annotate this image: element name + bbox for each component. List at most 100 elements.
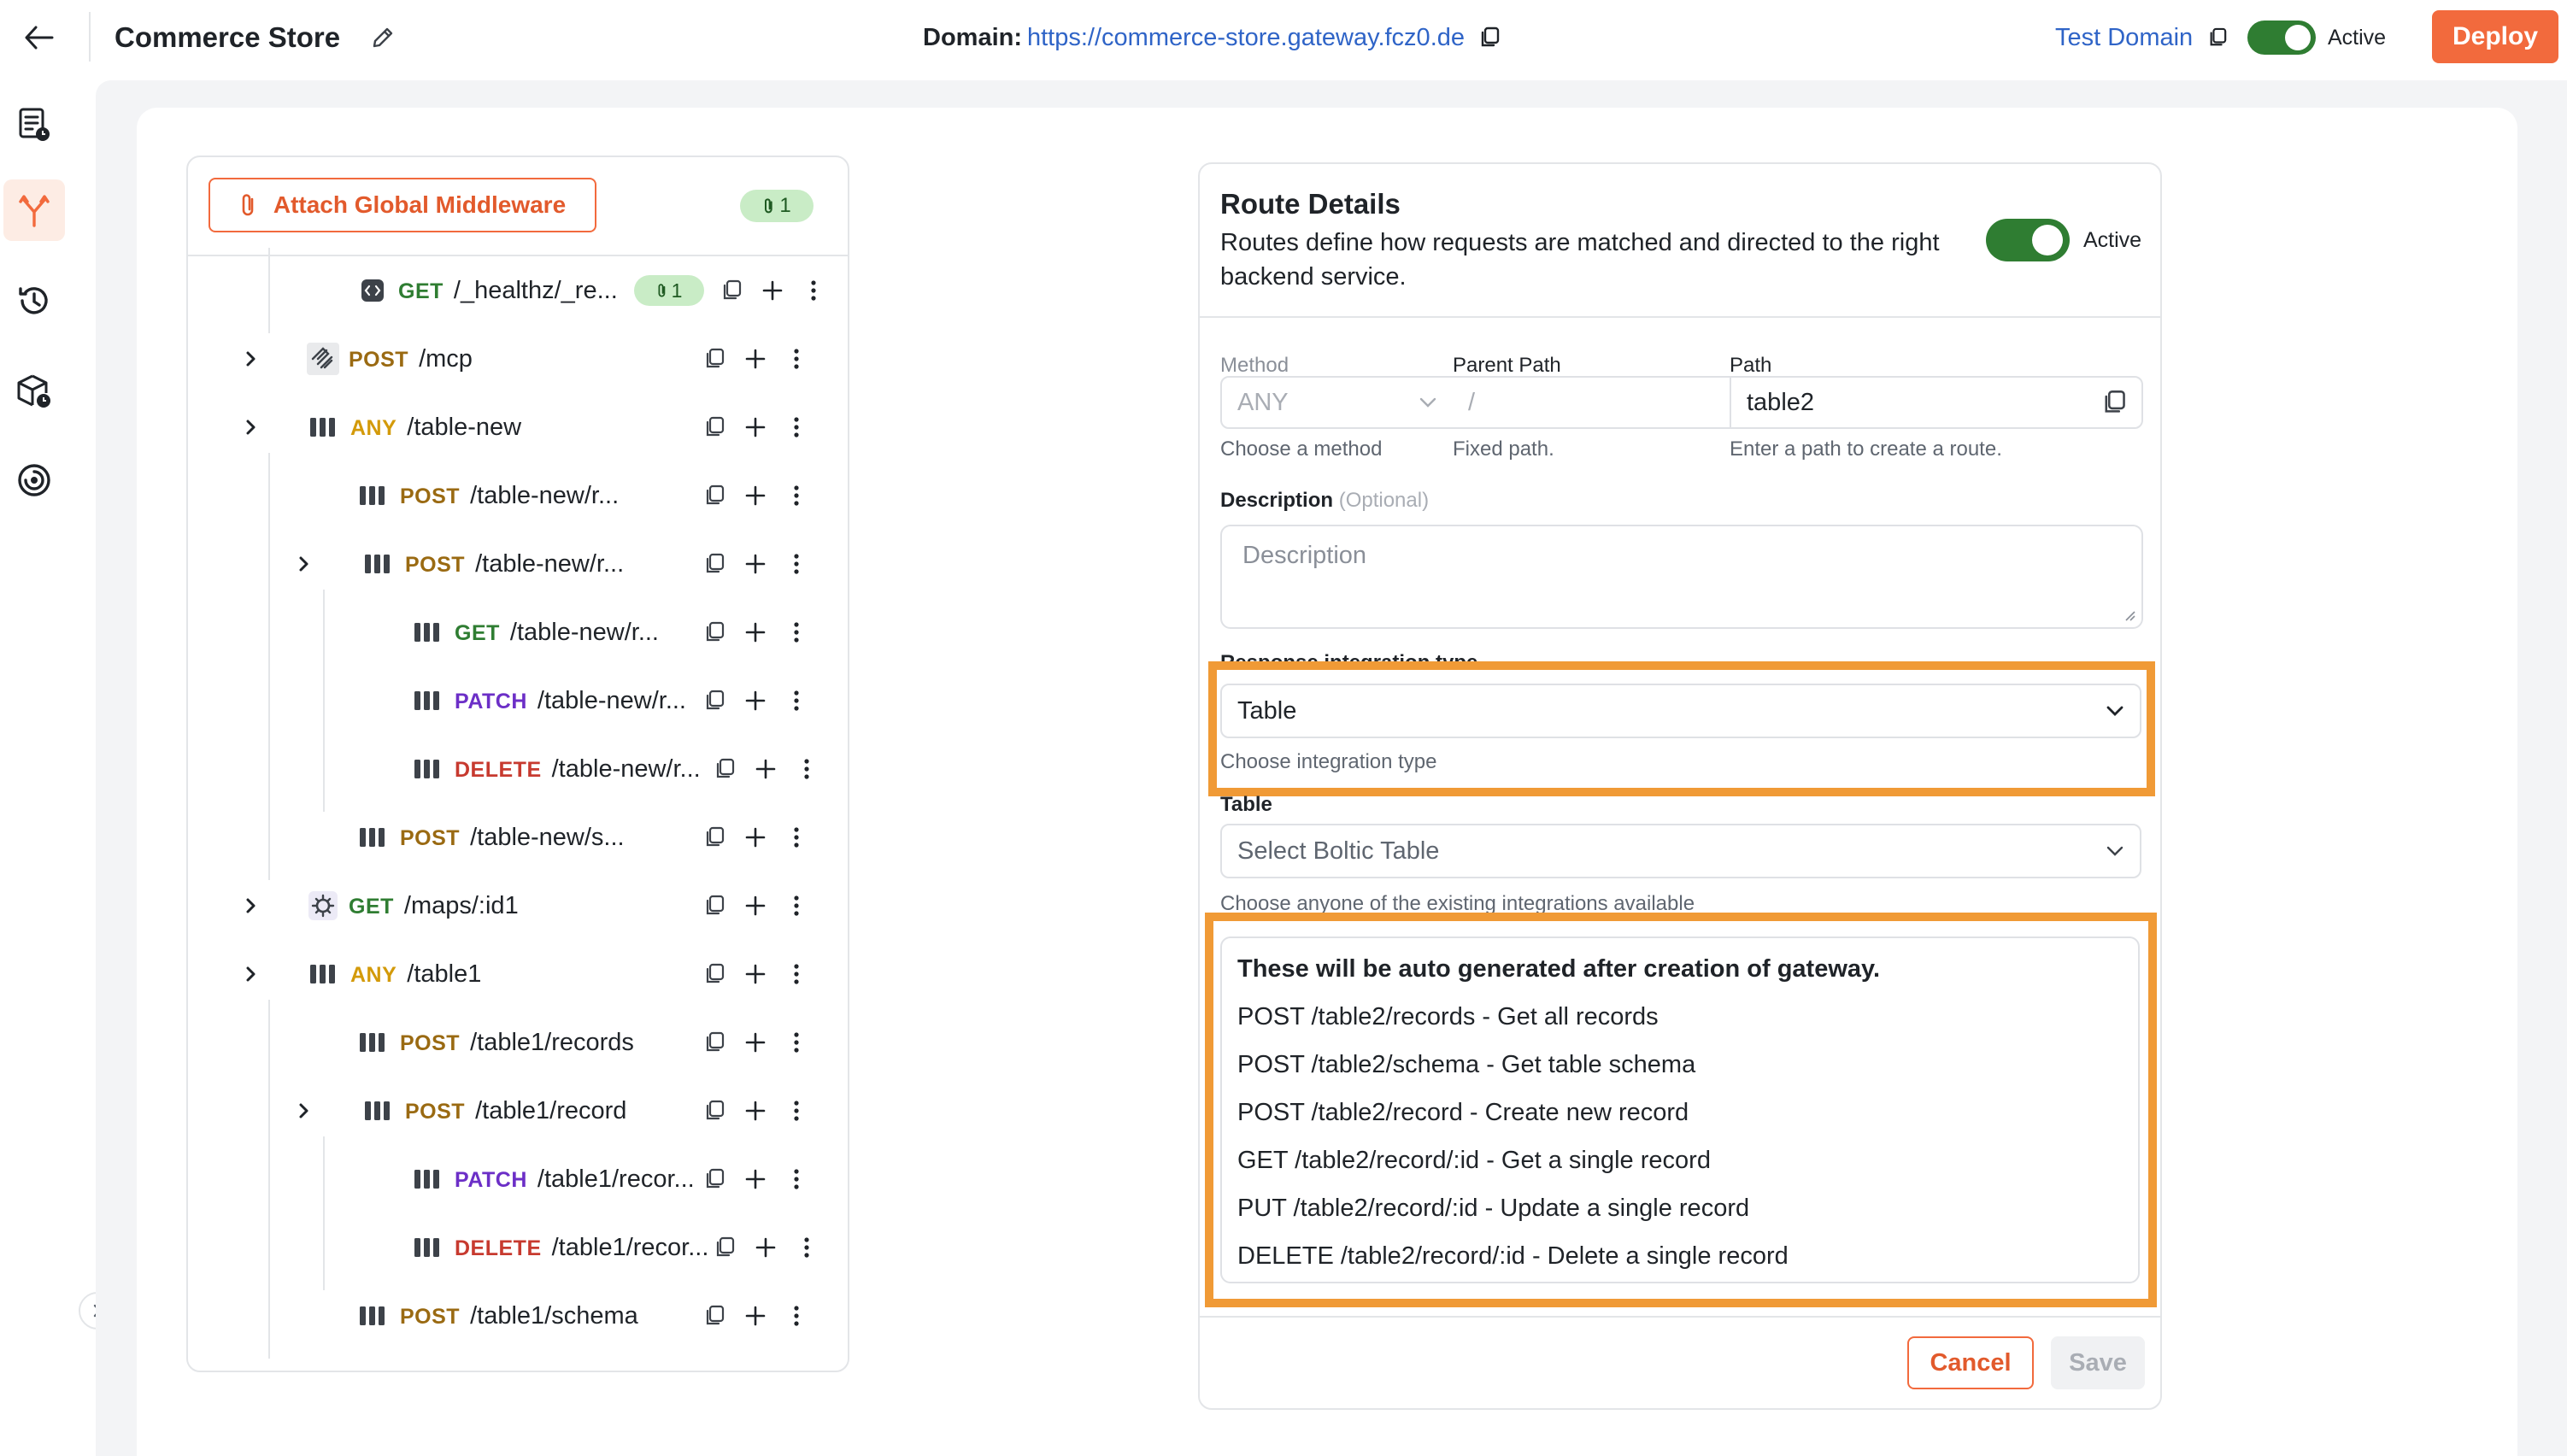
copy-route-icon[interactable] [697, 889, 731, 923]
path-input[interactable]: table2 [1730, 376, 2143, 429]
route-label[interactable]: PATCH/table1/recor... [455, 1162, 695, 1197]
rail-analytics-icon[interactable] [3, 449, 65, 511]
chevron-right-icon[interactable] [236, 959, 267, 989]
add-child-route-icon[interactable] [738, 1299, 772, 1333]
more-options-icon[interactable] [796, 273, 831, 308]
table-select[interactable]: Select Boltic Table [1220, 824, 2141, 878]
description-textarea[interactable]: Description [1220, 525, 2143, 629]
resize-grip-icon[interactable] [2123, 608, 2136, 622]
chevron-right-icon[interactable] [236, 343, 267, 374]
route-tree-row[interactable]: POST/mcp [188, 325, 848, 393]
route-label[interactable]: POST/table1/records [400, 1025, 634, 1060]
route-tree-row[interactable]: POST/table1/record [188, 1068, 848, 1154]
copy-route-icon[interactable] [697, 1162, 731, 1196]
edit-pencil-icon[interactable] [366, 21, 400, 55]
save-button[interactable]: Save [2051, 1336, 2145, 1389]
test-domain-link[interactable]: Test Domain [2055, 19, 2232, 56]
route-label[interactable]: POST/mcp [349, 342, 473, 377]
more-options-icon[interactable] [779, 1094, 814, 1128]
chevron-right-icon[interactable] [289, 1095, 320, 1126]
add-child-route-icon[interactable] [738, 684, 772, 718]
copy-route-icon[interactable] [697, 684, 731, 718]
route-active-toggle[interactable] [1986, 219, 2070, 261]
more-options-icon[interactable] [779, 615, 814, 649]
rail-packages-icon[interactable] [3, 361, 65, 422]
route-label[interactable]: PATCH/table-new/r... [455, 684, 686, 719]
copy-route-icon[interactable] [697, 1299, 731, 1333]
route-tree-row[interactable]: POST/table-new/r... [188, 453, 848, 538]
route-label[interactable]: GET/maps/:id1 [349, 889, 519, 924]
copy-route-icon[interactable] [697, 547, 731, 581]
gateway-active-toggle[interactable] [2247, 21, 2316, 55]
route-tree-row[interactable]: GET/maps/:id1 [188, 872, 848, 940]
route-label[interactable]: ANY/table-new [350, 410, 521, 445]
more-options-icon[interactable] [779, 547, 814, 581]
add-child-route-icon[interactable] [738, 342, 772, 376]
chevron-right-icon[interactable] [236, 890, 267, 921]
add-child-route-icon[interactable] [738, 1162, 772, 1196]
attach-global-middleware-button[interactable]: Attach Global Middleware [209, 178, 596, 232]
route-tree-row[interactable]: POST/table-new/r... [188, 521, 848, 607]
add-child-route-icon[interactable] [749, 1230, 783, 1265]
rail-routes-branch-icon[interactable] [3, 179, 65, 241]
route-label[interactable]: POST/table-new/r... [400, 478, 619, 514]
add-child-route-icon[interactable] [738, 478, 772, 513]
add-child-route-icon[interactable] [738, 1094, 772, 1128]
add-child-route-icon[interactable] [738, 410, 772, 444]
route-tree-row[interactable]: POST/table-new/s... [188, 795, 848, 880]
route-tree-row[interactable]: DELETE/table1/recor... [188, 1205, 848, 1290]
route-label[interactable]: POST/table1/schema [400, 1299, 638, 1334]
route-tree-row[interactable]: ANY/table1 [188, 940, 848, 1008]
more-options-icon[interactable] [779, 342, 814, 376]
route-label[interactable]: POST/table-new/r... [405, 547, 624, 582]
more-options-icon[interactable] [779, 684, 814, 718]
more-options-icon[interactable] [779, 1025, 814, 1060]
copy-route-icon[interactable] [697, 957, 731, 991]
more-options-icon[interactable] [779, 820, 814, 854]
add-child-route-icon[interactable] [738, 1025, 772, 1060]
copy-route-icon[interactable] [714, 273, 749, 308]
more-options-icon[interactable] [779, 410, 814, 444]
more-options-icon[interactable] [790, 1230, 824, 1265]
add-child-route-icon[interactable] [738, 820, 772, 854]
chevron-right-icon[interactable] [236, 412, 267, 443]
route-tree-row[interactable]: GET /_healthz/_re... 1 [188, 248, 848, 333]
more-options-icon[interactable] [779, 1162, 814, 1196]
route-tree-row[interactable]: ANY/table-new [188, 393, 848, 461]
route-tree-row[interactable]: GET/table-new/r... [188, 590, 848, 675]
route-label[interactable]: GET /_healthz/_re... [398, 273, 618, 308]
add-child-route-icon[interactable] [738, 547, 772, 581]
route-tree-row[interactable]: POST/table1/schema [188, 1273, 848, 1359]
copy-route-icon[interactable] [697, 1025, 731, 1060]
more-options-icon[interactable] [779, 957, 814, 991]
copy-route-icon[interactable] [708, 1230, 742, 1265]
copy-test-domain-icon[interactable] [2203, 23, 2232, 52]
more-options-icon[interactable] [790, 752, 824, 786]
copy-route-icon[interactable] [697, 615, 731, 649]
copy-route-icon[interactable] [697, 820, 731, 854]
copy-route-icon[interactable] [697, 478, 731, 513]
deploy-button[interactable]: Deploy [2432, 10, 2558, 63]
route-label[interactable]: POST/table1/record [405, 1094, 626, 1129]
back-arrow-icon[interactable] [19, 17, 60, 58]
route-middleware-badge[interactable]: 1 [634, 275, 704, 306]
add-child-route-icon[interactable] [755, 273, 790, 308]
copy-path-icon[interactable] [2102, 390, 2126, 415]
route-label[interactable]: DELETE/table1/recor... [455, 1230, 708, 1265]
cancel-button[interactable]: Cancel [1907, 1336, 2034, 1389]
copy-route-icon[interactable] [697, 342, 731, 376]
route-label[interactable]: DELETE/table-new/r... [455, 752, 701, 787]
domain-url-link[interactable]: https://commerce-store.gateway.fcz0.de [1027, 19, 1465, 56]
copy-domain-icon[interactable] [1475, 23, 1504, 52]
route-tree-row[interactable]: POST/table1/records [188, 1000, 848, 1085]
copy-route-icon[interactable] [697, 1094, 731, 1128]
rail-history-icon[interactable] [3, 270, 65, 332]
add-child-route-icon[interactable] [738, 615, 772, 649]
more-options-icon[interactable] [779, 478, 814, 513]
integration-type-select[interactable]: Table [1220, 684, 2141, 738]
route-label[interactable]: ANY/table1 [350, 957, 481, 992]
route-label[interactable]: GET/table-new/r... [455, 615, 659, 650]
copy-route-icon[interactable] [697, 410, 731, 444]
route-label[interactable]: POST/table-new/s... [400, 820, 625, 855]
route-tree-row[interactable]: DELETE/table-new/r... [188, 726, 848, 812]
